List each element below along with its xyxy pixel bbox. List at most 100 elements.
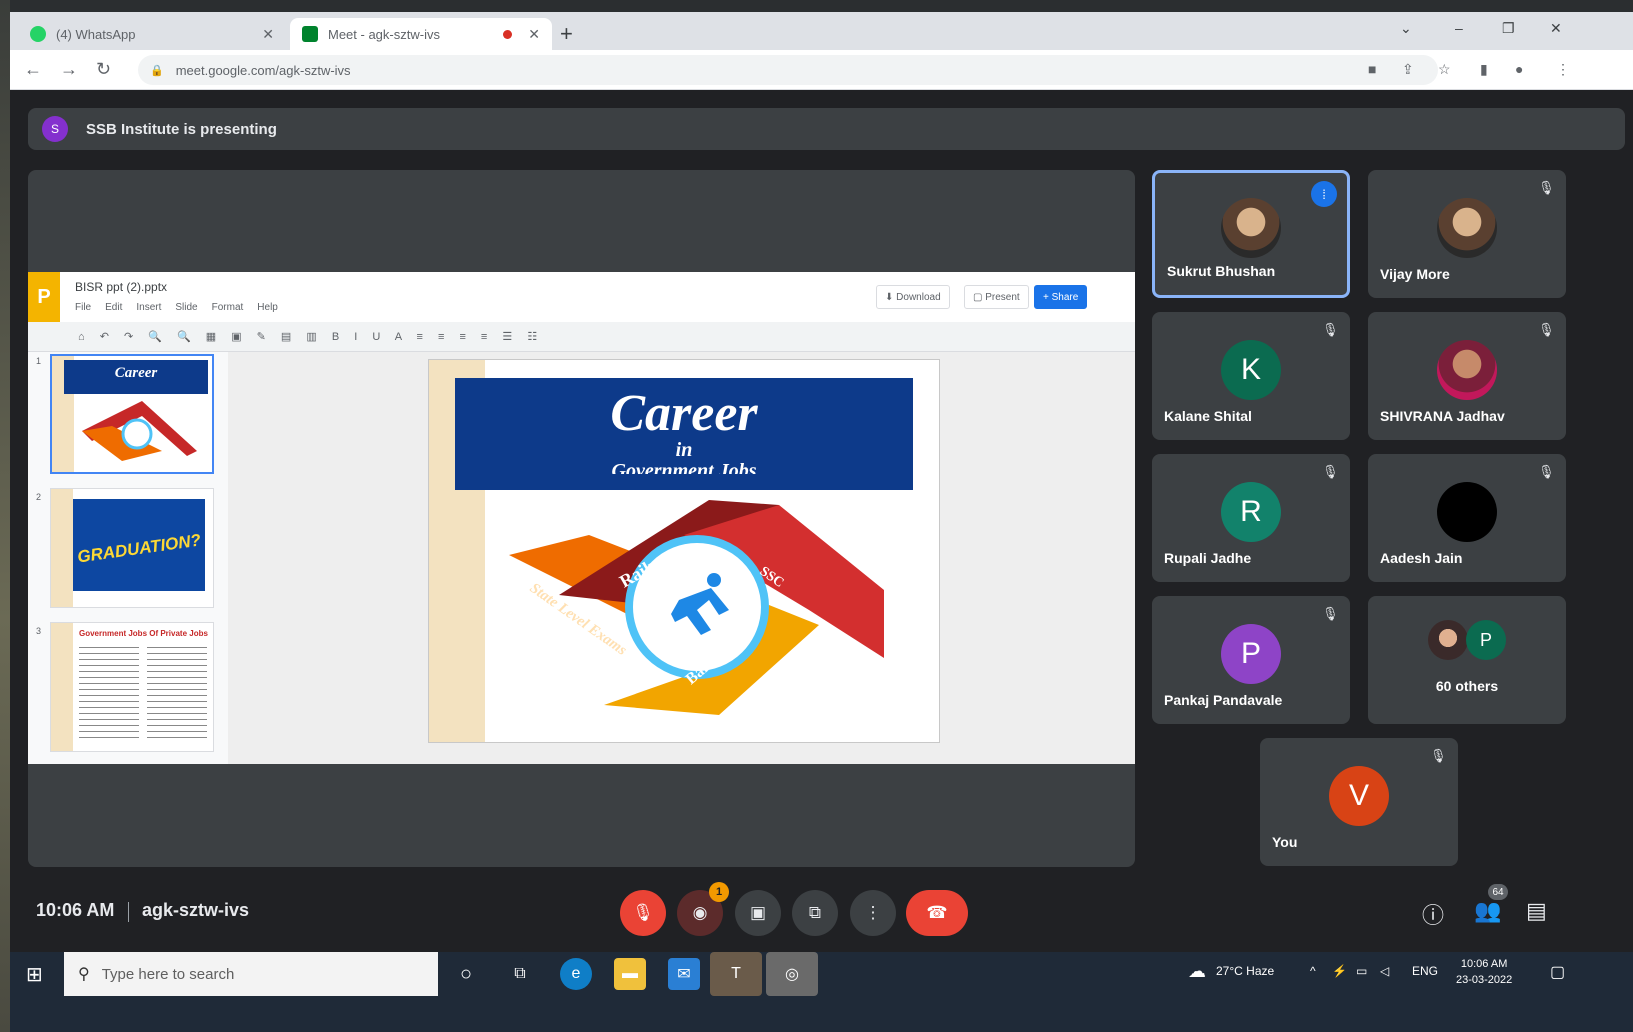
leave-call-button[interactable]: ☎ (906, 890, 968, 936)
tab-meet[interactable]: Meet - agk-sztw-ivs ✕ (290, 18, 552, 50)
captions-icon: ▣ (749, 903, 767, 922)
menu-insert[interactable]: Insert (136, 302, 161, 313)
others-tile[interactable]: P 60 others (1368, 596, 1566, 724)
menu-edit[interactable]: Edit (105, 302, 122, 313)
taskbar-clock[interactable]: 10:06 AM 23-03-2022 (1456, 956, 1512, 988)
teams-icon[interactable]: T (710, 952, 762, 996)
restore-button[interactable]: ❐ (1502, 20, 1515, 37)
mail-icon[interactable]: ✉ (668, 958, 700, 990)
forward-icon[interactable]: → (60, 59, 78, 80)
browser-window: (4) WhatsApp ✕ Meet - agk-sztw-ivs ✕ + ⌄… (10, 12, 1633, 1032)
mic-toggle-button[interactable]: 🎙 (620, 890, 666, 936)
tab-search-icon[interactable]: ⌄ (1400, 20, 1412, 37)
side-panel-icon[interactable]: ▮ (1480, 61, 1488, 78)
share-icon[interactable]: ⇪ (1402, 61, 1414, 78)
tray-overflow-icon[interactable]: ^ (1310, 964, 1316, 978)
taskbar-search[interactable]: ⚲ Type here to search (64, 952, 438, 996)
network-icon[interactable]: ▭ (1356, 964, 1367, 978)
close-window-button[interactable]: ✕ (1550, 20, 1562, 37)
recording-icon (503, 29, 513, 39)
new-tab-button[interactable]: + (560, 21, 573, 47)
weather-text[interactable]: 27°C Haze (1216, 964, 1274, 978)
present-now-button[interactable]: ⧉ (792, 890, 838, 936)
taskbar-date: 23-03-2022 (1456, 974, 1513, 986)
slide-thumbnail-3[interactable]: Government Jobs Of Private Jobs (50, 622, 214, 752)
presenting-banner: S SSB Institute is presenting (28, 108, 1625, 150)
present-button[interactable]: ▢ Present (964, 285, 1029, 309)
bookmark-star-icon[interactable]: ☆ (1438, 61, 1451, 78)
tab-whatsapp[interactable]: (4) WhatsApp ✕ (18, 18, 286, 50)
share-button[interactable]: + Share (1034, 285, 1088, 309)
weather-icon: ☁ (1188, 961, 1206, 981)
participant-name: Sukrut Bhushan (1167, 263, 1276, 279)
participant-name: Aadesh Jain (1380, 550, 1463, 566)
present-screen-icon: ⧉ (808, 903, 822, 922)
speaking-indicator-icon: ⁞ (1311, 181, 1337, 207)
participant-tile[interactable]: 🎙 Aadesh Jain (1368, 454, 1566, 582)
edge-icon[interactable]: e (560, 958, 592, 990)
task-view-icon[interactable]: ⧉ (504, 958, 536, 990)
input-language[interactable]: ENG (1412, 964, 1438, 978)
participant-tile[interactable]: R 🎙 Rupali Jadhe (1152, 454, 1350, 582)
thumb-number: 2 (36, 492, 42, 502)
camera-in-use-icon[interactable]: ■ (1368, 61, 1376, 77)
file-explorer-icon[interactable]: ▬ (614, 958, 646, 990)
format-toolbar[interactable]: ⌂ ↶ ↷ 🔍 🔍 ▦ ▣ ✎ ▤ ▥ B I U A ≡ ≡ ≡ ≡ ☰ ☷ (28, 322, 1135, 352)
battery-icon[interactable]: ⚡ (1332, 964, 1347, 978)
people-icon[interactable]: 👥 (1474, 898, 1501, 924)
meeting-code: agk-sztw-ivs (142, 900, 250, 920)
meeting-control-bar: 10:06 AM agk-sztw-ivs 🎙 ◉ 1 ▣ ⧉ ⋮ ☎ ⓘ 👥 … (10, 880, 1633, 950)
address-bar[interactable]: 🔒 meet.google.com/agk-sztw-ivs (138, 55, 1438, 85)
minimize-button[interactable]: – (1455, 20, 1463, 36)
mic-off-icon: 🎙 (1430, 748, 1447, 763)
participant-tile[interactable]: K 🎙 Kalane Shital (1152, 312, 1350, 440)
chrome-icon[interactable]: ◎ (766, 952, 818, 996)
notifications-icon[interactable]: ▢ (1550, 962, 1565, 982)
participant-tile[interactable]: 🎙 Vijay More (1368, 170, 1566, 298)
meeting-time: 10:06 AM (36, 900, 115, 920)
slides-menu: File Edit Insert Slide Format Help (75, 302, 278, 313)
download-button[interactable]: ⬇ Download (876, 285, 950, 309)
participant-photo (1437, 198, 1497, 258)
reactions-badge: 1 (709, 882, 729, 902)
volume-icon[interactable]: ◁ (1380, 964, 1389, 978)
slide-thumbnail-2[interactable]: GRADUATION? (50, 488, 214, 608)
tab-title: Meet - agk-sztw-ivs (328, 26, 440, 42)
participant-photo (1428, 620, 1468, 660)
participant-photo (1221, 198, 1281, 258)
windows-start-icon[interactable]: ⊞ (26, 962, 43, 987)
menu-file[interactable]: File (75, 302, 91, 313)
thumb-strip (51, 623, 73, 751)
others-label: 60 others (1435, 678, 1499, 694)
meet-icon (302, 26, 318, 42)
participant-count-badge: 64 (1488, 884, 1508, 900)
menu-help[interactable]: Help (257, 302, 278, 313)
participant-avatar: P (1221, 624, 1281, 684)
slide-thumbnail-1[interactable]: Career (50, 354, 214, 474)
mic-off-icon: 🎙 (1538, 322, 1555, 337)
back-icon[interactable]: ← (24, 59, 42, 80)
participant-photo (1437, 340, 1497, 400)
participant-tile[interactable]: P 🎙 Pankaj Pandavale (1152, 596, 1350, 724)
close-tab-icon[interactable]: ✕ (262, 26, 274, 43)
participant-avatar: R (1221, 482, 1281, 542)
meeting-info-icon[interactable]: ⓘ (1422, 898, 1444, 930)
close-tab-icon[interactable]: ✕ (528, 26, 540, 43)
menu-format[interactable]: Format (212, 302, 244, 313)
participant-tile[interactable]: ⁞ Sukrut Bhushan (1152, 170, 1350, 298)
reload-icon[interactable]: ↻ (96, 59, 111, 80)
profile-icon[interactable]: ● (1515, 61, 1523, 77)
chat-icon[interactable]: ▤ (1526, 898, 1547, 924)
whatsapp-icon (30, 26, 46, 42)
menu-slide[interactable]: Slide (175, 302, 197, 313)
participant-tile[interactable]: 🎙 SHIVRANA Jadhav (1368, 312, 1566, 440)
cortana-icon[interactable]: ○ (450, 958, 482, 990)
thumb-text-lines (79, 647, 139, 743)
thumb-title: Government Jobs Of Private Jobs (79, 629, 208, 638)
camera-toggle-button[interactable]: ◉ 1 (677, 882, 729, 936)
self-tile[interactable]: V 🎙 You (1260, 738, 1458, 866)
menu-kebab-icon[interactable]: ⋮ (1556, 61, 1570, 78)
captions-button[interactable]: ▣ (735, 890, 781, 936)
thumb-text-lines (147, 647, 207, 743)
more-options-button[interactable]: ⋮ (850, 890, 896, 936)
